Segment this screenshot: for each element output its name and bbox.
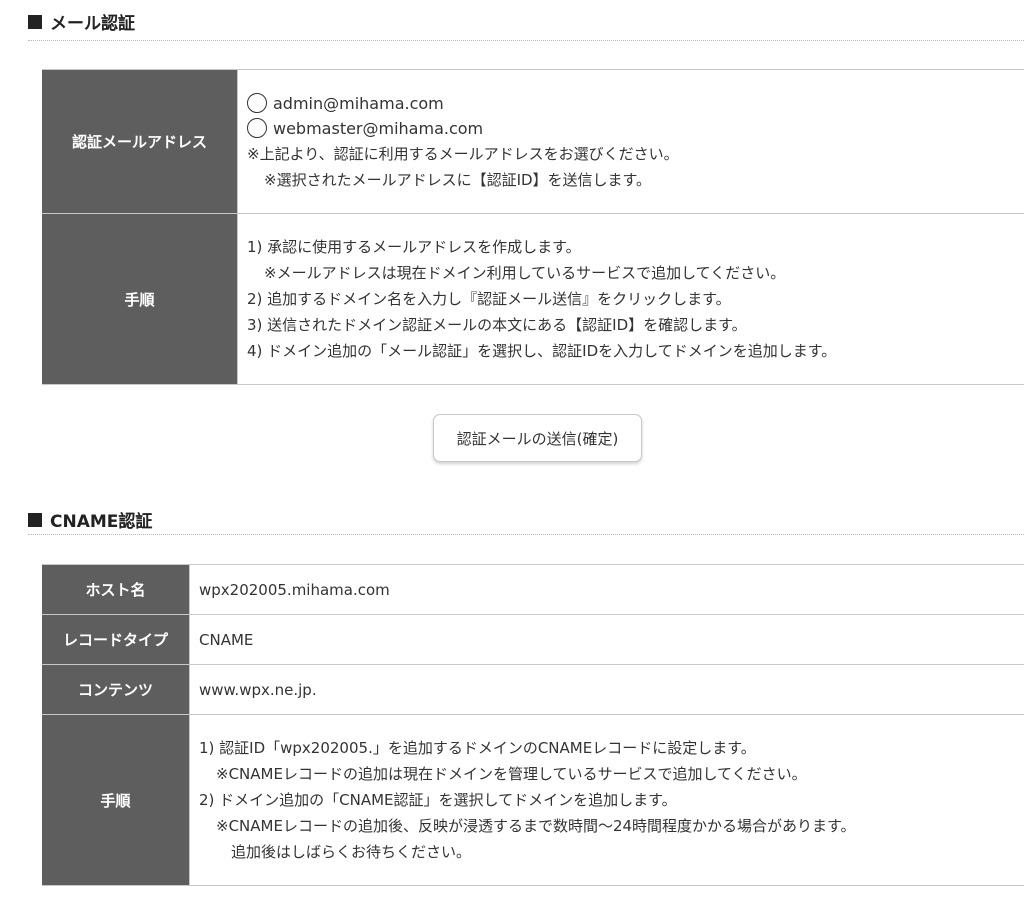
- cname-type-label: レコードタイプ: [42, 614, 190, 665]
- mail-step-1: 1) 承認に使用するメールアドレスを作成します。: [247, 238, 581, 256]
- radio-unchecked-icon[interactable]: [247, 93, 267, 113]
- cname-steps-row: 手順 1) 認証ID「wpx202005.」を追加するドメインのCNAMEレコー…: [42, 714, 1024, 886]
- cname-content-value: www.wpx.ne.jp.: [189, 664, 1024, 715]
- mail-steps-row: 手順 1) 承認に使用するメールアドレスを作成します。 ※メールアドレスは現在ド…: [42, 213, 1024, 385]
- radio-option-label: admin@mihama.com: [273, 93, 444, 113]
- radio-option-label: webmaster@mihama.com: [273, 118, 484, 138]
- radio-option-webmaster[interactable]: webmaster@mihama.com: [247, 116, 1024, 141]
- mail-address-label: 認証メールアドレス: [42, 69, 238, 214]
- mail-step-3: 3) 送信されたドメイン認証メールの本文にある【認証ID】を確認します。: [247, 316, 747, 334]
- cname-host-row: ホスト名 wpx202005.mihama.com: [42, 564, 1024, 615]
- cname-host-label: ホスト名: [42, 564, 190, 615]
- mail-steps-label: 手順: [42, 213, 238, 385]
- mail-step-4: 4) ドメイン追加の「メール認証」を選択し、認証IDを入力してドメインを追加しま…: [247, 342, 837, 360]
- cname-content-label: コンテンツ: [42, 664, 190, 715]
- send-note: ※選択されたメールアドレスに【認証ID】を送信します。: [264, 170, 652, 189]
- cname-step-2: 2) ドメイン追加の「CNAME認証」を選択してドメインを追加します。: [199, 791, 677, 809]
- cname-auth-heading: CNAME認証: [28, 507, 152, 532]
- cname-type-value: CNAME: [189, 614, 1024, 665]
- cname-steps-label: 手順: [42, 714, 190, 886]
- mail-address-cell: admin@mihama.com webmaster@mihama.com ※上…: [237, 69, 1024, 214]
- select-note: ※上記より、認証に利用するメールアドレスをお選びください。: [247, 144, 679, 163]
- cname-auth-table: ホスト名 wpx202005.mihama.com レコードタイプ CNAME …: [42, 564, 1024, 886]
- radio-option-admin[interactable]: admin@mihama.com: [247, 91, 1024, 116]
- mail-auth-table: 認証メールアドレス admin@mihama.com webmaster@mih…: [42, 69, 1024, 385]
- cname-step-1: 1) 認証ID「wpx202005.」を追加するドメインのCNAMEレコードに設…: [199, 739, 756, 757]
- cname-step-2-note: ※CNAMEレコードの追加後、反映が浸透するまで数時間〜24時間程度かかる場合が…: [216, 817, 856, 835]
- cname-steps-cell: 1) 認証ID「wpx202005.」を追加するドメインのCNAMEレコードに設…: [189, 714, 1024, 886]
- radio-unchecked-icon[interactable]: [247, 118, 267, 138]
- mail-address-row: 認証メールアドレス admin@mihama.com webmaster@mih…: [42, 69, 1024, 214]
- mail-step-1-note: ※メールアドレスは現在ドメイン利用しているサービスで追加してください。: [264, 264, 786, 282]
- cname-step-1-note: ※CNAMEレコードの追加は現在ドメインを管理しているサービスで追加してください…: [216, 765, 807, 783]
- black-square-icon: [28, 14, 42, 29]
- cname-type-row: レコードタイプ CNAME: [42, 614, 1024, 665]
- mail-step-2: 2) 追加するドメイン名を入力し『認証メール送信』をクリックします。: [247, 290, 731, 308]
- mail-auth-heading: メール認証: [28, 9, 135, 34]
- heading-divider: [28, 40, 1024, 41]
- mail-auth-heading-text: メール認証: [50, 14, 135, 34]
- mail-steps-cell: 1) 承認に使用するメールアドレスを作成します。 ※メールアドレスは現在ドメイン…: [237, 213, 1024, 385]
- heading-divider: [28, 534, 1024, 535]
- cname-auth-heading-text: CNAME認証: [50, 512, 153, 532]
- cname-host-value: wpx202005.mihama.com: [189, 564, 1024, 615]
- cname-content-row: コンテンツ www.wpx.ne.jp.: [42, 664, 1024, 715]
- cname-step-2-note-cont: 追加後はしばらくお待ちください。: [231, 843, 472, 861]
- black-square-icon: [28, 512, 42, 527]
- send-auth-mail-button[interactable]: 認証メールの送信(確定): [433, 414, 642, 462]
